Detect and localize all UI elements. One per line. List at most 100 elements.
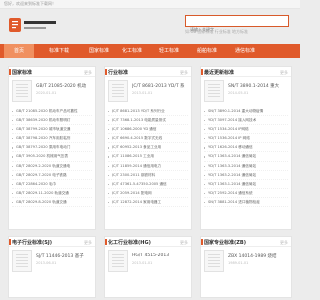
list-item[interactable]: JC/T 47361-5-47350-2005 通信 xyxy=(108,180,188,189)
list-item[interactable]: JC/T 11086-2015 工业用 xyxy=(108,152,188,162)
list-item[interactable]: YD/T 1363.3-2014 通信局站 xyxy=(204,162,288,171)
bullet-icon xyxy=(108,165,110,167)
bullet-icon xyxy=(204,111,206,113)
list-item[interactable]: GB/T 28029.7-2020 电子铁路 xyxy=(12,171,92,180)
more-link[interactable]: 更多 xyxy=(84,70,92,76)
panel-title: 国家标准 xyxy=(8,69,33,76)
bullet-icon xyxy=(108,129,110,131)
list-item[interactable]: YD/T 1363.1-2014 通信局站 xyxy=(204,180,288,189)
featured-item[interactable]: SN/T 3890.1-2014 重大 2014-05-01 xyxy=(204,80,288,104)
featured-title[interactable]: JC/T 8681-2013 YD/T 系 xyxy=(132,83,188,89)
nav-item-standard-download[interactable]: 标准下载 xyxy=(44,44,74,58)
bullet-icon xyxy=(204,192,206,195)
bullet-icon xyxy=(204,129,206,131)
bullet-icon xyxy=(204,201,206,204)
panel-header: 化工行业标准(HG) 更多 xyxy=(105,237,191,247)
list-item[interactable]: JC/T 12872-2014 家用电器工 xyxy=(108,198,188,208)
list-item[interactable]: JC/T 6690.4-2015 数字式无线 xyxy=(108,134,188,144)
more-link[interactable]: 更多 xyxy=(84,240,92,246)
nav-item-ship-standard[interactable]: 船舶标准 xyxy=(192,44,222,58)
list-item[interactable]: GB/T 38797-2020 乘用车电动门 xyxy=(12,143,92,153)
bullet-icon xyxy=(204,174,206,176)
featured-title[interactable]: SJ/T 11446-2013 基子 xyxy=(36,253,92,259)
nav-item-light-industry-standard[interactable]: 轻工标准 xyxy=(154,44,184,58)
featured-item[interactable]: GB/T 21085-2020 机动 2020-01-01 xyxy=(12,80,92,104)
nav-item-chemical-standard[interactable]: 化工标准 xyxy=(117,44,147,58)
panel-latest-standard: 最近更新标准 更多 SN/T 3890.1-2014 重大 2014-05-01… xyxy=(200,66,292,230)
featured-item[interactable]: JC/T 8681-2013 YD/T 系 2013-01-01 xyxy=(108,80,188,104)
panel-header: 行业标准 更多 xyxy=(104,67,191,77)
list-item[interactable]: YD/T 2592-2014 通信系统 xyxy=(204,189,288,198)
list-item[interactable]: GB/T 28029.2-2020 轨道交通电 xyxy=(12,162,92,171)
list-item[interactable]: JC/T 7368.1-2013 电能质量测试 xyxy=(108,116,188,126)
featured-title[interactable]: SN/T 3890.1-2014 重大 xyxy=(228,83,288,89)
featured-item[interactable]: ZBX 14014-1989 烧结 1989-01-01 xyxy=(204,250,288,274)
panel-title: 最近更新标准 xyxy=(200,69,235,76)
list-item[interactable]: GB/T 3905-2020 机械用气压表 xyxy=(12,152,92,162)
featured-item[interactable]: SJ/T 11446-2013 基子 2013-06-01 xyxy=(12,250,92,274)
panel-header: 最近更新标准 更多 xyxy=(200,67,291,77)
list-item[interactable]: GB/T 22864-2020 毛巾 xyxy=(12,180,92,189)
featured-date: 2013-01-01 xyxy=(132,261,153,265)
list-item[interactable]: SN/T 3881-2014 进口植物检疫 xyxy=(204,198,288,208)
list-item[interactable]: YD/T 3097-2014 接入网技术 xyxy=(204,116,288,126)
list-item[interactable]: JC/T 8681-2013 YD/T 系列行业 xyxy=(108,107,188,117)
document-thumbnail xyxy=(108,250,128,272)
list-item[interactable]: GB/T 28029.8-2020 轨道交通 xyxy=(12,198,92,208)
more-link[interactable]: 更多 xyxy=(180,70,188,76)
more-link[interactable]: 更多 xyxy=(180,240,188,246)
more-link[interactable]: 更多 xyxy=(280,70,288,76)
bullet-icon xyxy=(12,174,14,176)
bullet-icon xyxy=(108,201,110,204)
list-item[interactable]: JC/T 60952-2013 食品工业用 xyxy=(108,143,188,153)
list-item[interactable]: YD/T 1363.4-2014 通信局站 xyxy=(204,152,288,162)
nav-item-telecom-standard[interactable]: 通信标准 xyxy=(230,44,260,58)
list-item[interactable]: YD/T 1363.2-2014 通信局站 xyxy=(204,171,288,180)
list-item[interactable]: JC/T 2059-2014 配电网 xyxy=(108,189,188,198)
bullet-icon xyxy=(204,156,206,158)
document-thumbnail xyxy=(12,250,32,272)
bullet-icon xyxy=(12,111,14,113)
list-item[interactable]: GB/T 38639-2020 机动车照明灯 xyxy=(12,116,92,126)
bullet-icon xyxy=(108,147,110,149)
bullet-icon xyxy=(12,120,14,122)
list-item[interactable]: JC/T 2300-2011 钢铁材料 xyxy=(108,171,188,180)
featured-date: 2014-05-01 xyxy=(228,91,249,95)
standard-list: GB/T 21085-2020 机动车产品可靠性 GB/T 38639-2020… xyxy=(12,107,92,208)
featured-item[interactable]: HG/T 4515-2013 2013-01-01 xyxy=(108,250,188,274)
list-item[interactable]: YD/T 1536-2014 IP 网络 xyxy=(204,134,288,144)
bullet-icon xyxy=(12,192,14,195)
list-item[interactable]: GB/T 28029.11-2020 轨道交通 xyxy=(12,189,92,198)
list-item[interactable]: JC/T 11859-2014 通信用电力 xyxy=(108,162,188,171)
bullet-icon xyxy=(204,147,206,149)
list-item[interactable]: GB/T 38799-2020 城市轨道交通 xyxy=(12,125,92,135)
panel-title: 化工行业标准(HG) xyxy=(105,239,151,246)
bullet-icon xyxy=(204,120,206,122)
panel-chemical-standard: 化工行业标准(HG) 更多 HG/T 4515-2013 2013-01-01 xyxy=(104,236,192,298)
list-item[interactable]: JC/T 10686-2000 YD 通信 xyxy=(108,125,188,135)
welcome-text: 您好，欢迎来到标准下载网！ xyxy=(4,1,56,6)
more-link[interactable]: 更多 xyxy=(280,240,288,246)
search-box[interactable] xyxy=(185,15,289,35)
list-item[interactable]: SN/T 3890.1-2014 重大动物疫情 xyxy=(204,107,288,117)
featured-date: 2013-06-01 xyxy=(36,261,57,265)
nav-item-national-standard[interactable]: 国家标准 xyxy=(84,44,114,58)
featured-title[interactable]: ZBX 14014-1989 烧结 xyxy=(228,253,288,259)
list-item[interactable]: GB/T 38798-2020 汽车用胶粘剂 xyxy=(12,134,92,144)
list-item[interactable]: GB/T 21085-2020 机动车产品可靠性 xyxy=(12,107,92,117)
panel-electronics-standard: 电子行业标准(SJ) 更多 SJ/T 11446-2013 基子 2013-06… xyxy=(8,236,96,298)
panel-national-standard: 国家标准 更多 GB/T 21085-2020 机动 2020-01-01 GB… xyxy=(8,66,96,230)
document-thumbnail xyxy=(204,80,224,102)
bullet-icon xyxy=(204,165,206,167)
list-item[interactable]: YD/T 1534-2014 IP网络 xyxy=(204,125,288,135)
featured-title[interactable]: GB/T 21085-2020 机动 xyxy=(36,83,92,89)
featured-title[interactable]: HG/T 4515-2013 xyxy=(132,253,188,258)
hot-keywords: 如:GB 国家标准 行业标准 地方标准 xyxy=(185,29,249,34)
list-item[interactable]: YD/T 1626-2014 移动通信 xyxy=(204,143,288,153)
panel-header: 电子行业标准(SJ) 更多 xyxy=(8,237,95,247)
site-logo[interactable] xyxy=(7,12,61,38)
logo-graphic xyxy=(9,18,56,32)
featured-date: 1989-01-01 xyxy=(228,261,249,265)
nav-item-home[interactable]: 首页 xyxy=(4,44,34,58)
bullet-icon xyxy=(108,111,110,113)
